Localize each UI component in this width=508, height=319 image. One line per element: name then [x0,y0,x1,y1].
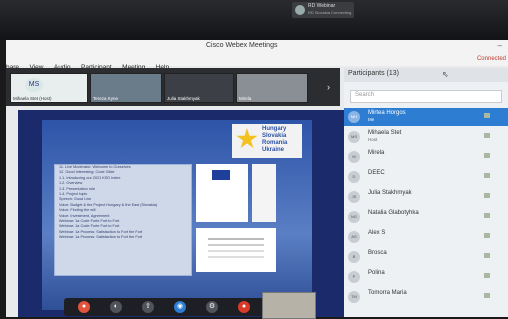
window-title: Cisco Webex Meetings [206,42,278,49]
participant-name: Mirtea Horgos [368,110,406,116]
participant-name: Julia Stakhmyak [368,190,412,196]
document-preview [252,164,276,222]
mute-button[interactable]: ● [78,301,90,313]
participant-name: Brosca [368,250,387,256]
participant-role: Host [368,137,378,142]
participant-role: Me [368,117,375,122]
video-icon [484,233,490,238]
avatar: D [348,171,360,183]
thumbnail-participant[interactable]: Tereza Kyne [90,73,162,103]
search-input[interactable]: Search [350,90,502,103]
thumbnail-host[interactable]: MS Mihaela Stet (Host) [10,73,88,103]
project-logo: Hungary Slovakia Romania Ukraine [232,124,302,158]
participant-row[interactable]: MS Mihaela Stet Host [344,128,508,146]
video-icon [484,113,490,118]
avatar-icon [295,5,305,15]
thumbnail-label: Mihaela Stet (Host) [13,96,52,101]
presentation-slide: Hungary Slovakia Romania Ukraine 11. Liv… [42,120,312,310]
cursor-icon: ⇖ [442,70,449,79]
video-icon [484,253,490,258]
agenda-item: Webinar: 1a Process: Satisfaction to For… [59,235,143,240]
video-icon [484,273,490,278]
shared-content: Hungary Slovakia Romania Ukraine 11. Liv… [18,110,344,317]
participants-panel: Participants (13) Search MH Mirtea Horgos… [344,68,508,317]
video-icon [484,133,490,138]
avatar: MS [348,131,360,143]
panel-header: Participants (13) [344,68,508,82]
participant-row[interactable]: P Polina [344,268,508,286]
thumbnail-label: Tereza Kyne [93,96,119,101]
self-video-preview[interactable] [262,292,316,319]
avatar: MH [348,111,360,123]
participant-name: DEEC [368,170,385,176]
thumbnail-participant[interactable]: Mirela [236,73,308,103]
document-preview [196,228,276,272]
video-icon [484,213,490,218]
notification-subtitle: RD Slovakia Connecting [308,10,352,15]
participant-row[interactable]: AS Alex S [344,228,508,246]
participant-name: Tomorra Maria [368,290,407,296]
avatar: M [348,151,360,163]
thumbnail-label: Mirela [239,96,252,101]
settings-button[interactable]: ⚙ [206,301,218,313]
participant-name: Polina [368,270,385,276]
participant-row[interactable]: NG Natalia Glabotyhka [344,208,508,226]
connection-status[interactable]: Connected [477,56,506,62]
logo-text: Slovakia [262,133,287,139]
participant-name: Mihaela Stet [368,130,402,136]
logo-text: Romania [262,140,288,146]
avatar: P [348,271,360,283]
participant-name: Alex S [368,230,386,236]
notification-title: RD Webinar [308,3,336,9]
chevron-right-icon[interactable]: › [327,82,330,92]
thumbnail-participant[interactable]: Julia Stakhmyak [164,73,234,103]
participant-row[interactable]: MH Mirtea Horgos Me [344,108,508,126]
text-lines [208,238,264,240]
share-button[interactable]: ⇧ [142,301,154,313]
participant-row[interactable]: JS Julia Stakhmyak [344,188,508,206]
record-button[interactable]: ◉ [174,301,186,313]
participant-row[interactable]: M Mirela [344,148,508,166]
avatar: NG [348,211,360,223]
participant-row[interactable]: D DEEC [344,168,508,186]
status-bar: Connected [346,54,508,66]
participant-row[interactable]: B Brosca [344,248,508,266]
logo-text: Hungary [262,126,287,132]
video-thumbnail-strip: MS Mihaela Stet (Host) Tereza Kyne Julia… [6,68,340,106]
participant-row[interactable]: TM Tomorra Maria [344,288,508,306]
host-initials: MS [25,78,43,92]
meeting-controls: ● ◐ ⇧ ◉ ⚙ ● [64,298,294,316]
video-icon [484,293,490,298]
logo-text: Ukraine [262,147,285,153]
menu-bar: hare View Audio Participant Meeting Help [6,54,346,71]
webinar-notification[interactable]: RD Webinar RD Slovakia Connecting [292,2,354,18]
video-icon [484,173,490,178]
title-bar: Cisco Webex Meetings – [6,40,508,55]
avatar: AS [348,231,360,243]
avatar: TM [348,291,360,303]
video-button[interactable]: ◐ [110,301,122,313]
star-icon [236,128,258,149]
search-placeholder: Search [355,92,375,98]
document-preview [196,164,248,222]
participant-name: Natalia Glabotyhka [368,210,419,216]
thumbnail-label: Julia Stakhmyak [167,96,200,101]
participant-name: Mirela [368,150,385,156]
avatar: B [348,251,360,263]
webex-window: Cisco Webex Meetings – hare View Audio P… [6,40,508,319]
eu-flag-icon [212,170,230,180]
avatar: JS [348,191,360,203]
monitor-bezel [0,0,508,40]
participants-title[interactable]: Participants (13) [348,70,399,77]
agenda-list: 11. Live Moderator: Welcome to Ourselves… [54,164,192,276]
video-icon [484,193,490,198]
leave-button[interactable]: ● [238,301,250,313]
minimize-button[interactable]: – [498,41,502,50]
video-icon [484,153,490,158]
